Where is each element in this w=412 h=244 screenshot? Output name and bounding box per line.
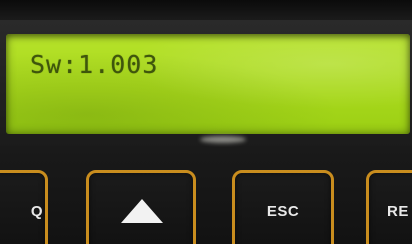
- left-key-button[interactable]: Q: [0, 170, 48, 244]
- esc-key-label: ESC: [266, 203, 300, 220]
- keypad-panel: [0, 146, 412, 244]
- left-key-label: Q: [30, 203, 43, 220]
- right-key-label: RE: [387, 203, 409, 220]
- lcd-readout: Sw:1.003: [30, 50, 159, 79]
- up-arrow-button[interactable]: [86, 170, 196, 244]
- lcd-display: Sw:1.003: [6, 34, 410, 134]
- esc-button[interactable]: ESC: [232, 170, 334, 244]
- up-arrow-icon: [121, 199, 163, 223]
- light-glare: [200, 136, 246, 143]
- device-photo: Sw:1.003 Q ESC RE: [0, 0, 412, 244]
- right-key-button[interactable]: RE: [366, 170, 412, 244]
- device-top-frame: [0, 0, 412, 22]
